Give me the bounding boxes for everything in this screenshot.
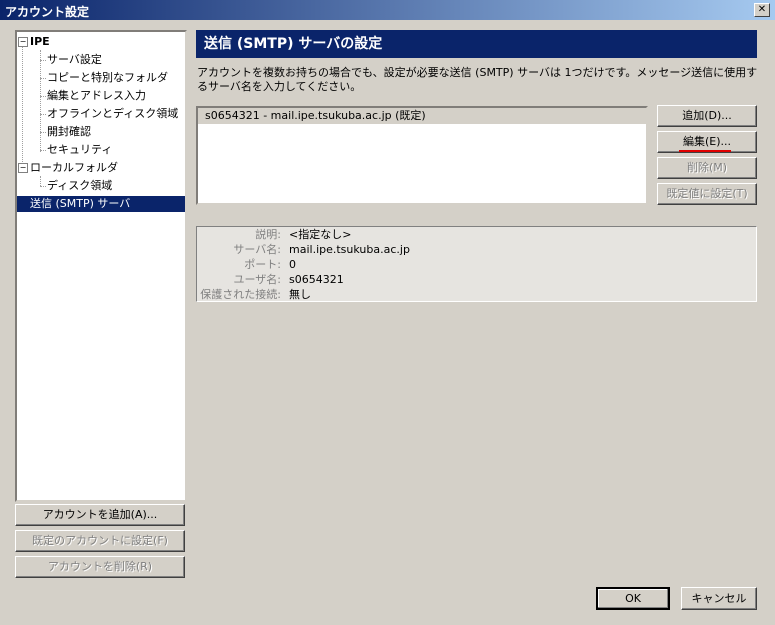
title-bar[interactable]: アカウント設定 ✕ [0, 0, 775, 20]
tree-connector [40, 96, 46, 97]
tree-item-offline-disk[interactable]: オフラインとディスク領域 [47, 106, 178, 122]
delete-server-button[interactable]: 削除(M) [657, 157, 757, 179]
panel-description: アカウントを複数お持ちの場合でも、設定が必要な送信 (SMTP) サーバは 1つ… [197, 66, 758, 93]
highlight-underline [679, 150, 731, 152]
username-label: ユーザ名: [233, 273, 282, 286]
account-tree[interactable]: − IPE サーバ設定 コピーと特別なフォルダ 編集とアドレス入力 オフラインと… [15, 30, 187, 502]
add-account-button[interactable]: アカウントを追加(A)... [15, 504, 185, 526]
tree-connector [40, 176, 41, 186]
tree-connector [40, 186, 46, 187]
page-title: 送信 (SMTP) サーバの設定 [196, 30, 757, 58]
description-value: <指定なし> [289, 228, 352, 241]
tree-local-folders[interactable]: ローカルフォルダ [30, 160, 118, 176]
tree-item-server-settings[interactable]: サーバ設定 [47, 52, 102, 68]
tree-connector [40, 60, 46, 61]
tree-connector [40, 114, 46, 115]
tree-item-return-receipts[interactable]: 開封確認 [47, 124, 91, 140]
tree-connector [40, 78, 46, 79]
secure-connection-label: 保護された接続: [200, 288, 281, 301]
port-label: ポート: [244, 258, 281, 271]
tree-item-disk-space[interactable]: ディスク領域 [47, 178, 112, 194]
secure-connection-value: 無し [289, 288, 311, 301]
tree-connector [40, 132, 46, 133]
port-value: 0 [289, 258, 296, 271]
set-default-server-button[interactable]: 既定値に設定(T) [657, 183, 757, 205]
account-settings-dialog: アカウント設定 ✕ − IPE サーバ設定 コピーと特別なフォルダ 編集とアドレ… [0, 0, 775, 625]
tree-connector [22, 46, 23, 164]
set-default-account-button[interactable]: 既定のアカウントに設定(F) [15, 530, 185, 552]
smtp-server-list[interactable]: s0654321 - mail.ipe.tsukuba.ac.jp (既定) [196, 106, 648, 205]
collapse-icon[interactable]: − [18, 37, 28, 47]
add-server-button[interactable]: 追加(D)... [657, 105, 757, 127]
tree-connector [40, 150, 46, 151]
tree-item-security[interactable]: セキュリティ [47, 142, 112, 158]
list-item[interactable]: s0654321 - mail.ipe.tsukuba.ac.jp (既定) [198, 108, 646, 124]
ok-button[interactable]: OK [596, 587, 670, 610]
remove-account-button[interactable]: アカウントを削除(R) [15, 556, 185, 578]
server-name-label: サーバ名: [233, 243, 281, 256]
tree-item-composition-addressing[interactable]: 編集とアドレス入力 [47, 88, 146, 104]
description-label: 説明: [255, 228, 281, 241]
tree-connector [40, 50, 41, 152]
server-name-value: mail.ipe.tsukuba.ac.jp [289, 243, 410, 256]
tree-outgoing-server[interactable]: 送信 (SMTP) サーバ [17, 196, 185, 212]
window-title: アカウント設定 [5, 5, 90, 19]
cancel-button[interactable]: キャンセル [681, 587, 757, 610]
collapse-icon[interactable]: − [18, 163, 28, 173]
server-details-panel: 説明: <指定なし> サーバ名: mail.ipe.tsukuba.ac.jp … [196, 226, 757, 302]
tree-item-copies-folders[interactable]: コピーと特別なフォルダ [47, 70, 168, 86]
username-value: s0654321 [289, 273, 344, 286]
tree-account-ipe[interactable]: IPE [30, 34, 50, 50]
close-button[interactable]: ✕ [754, 3, 770, 17]
